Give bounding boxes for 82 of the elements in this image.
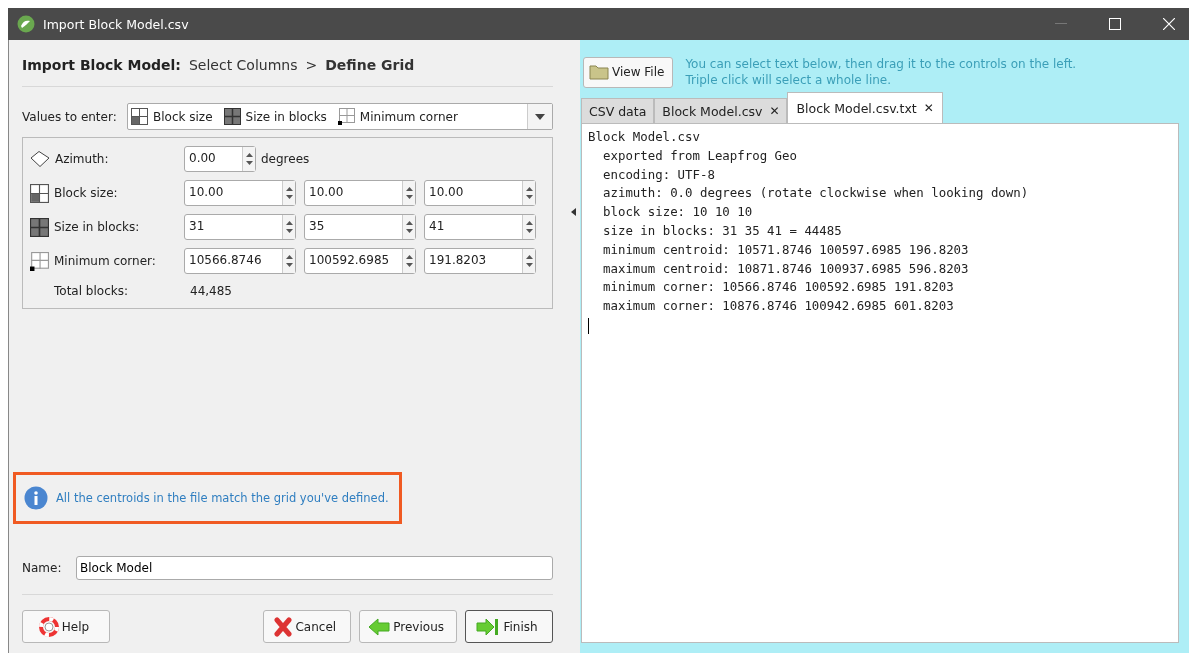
- field-label: Size in blocks:: [54, 220, 140, 234]
- spin-field[interactable]: 10.00: [304, 180, 416, 206]
- dialog-button[interactable]: Previous: [359, 610, 457, 643]
- grid-cell-icon: [30, 183, 49, 203]
- text-cursor: [588, 317, 589, 334]
- collapse-arrow-icon[interactable]: [571, 207, 576, 216]
- spinner-arrows-icon[interactable]: [405, 254, 413, 268]
- file-text-line: block size: 10 10 10: [602, 203, 754, 222]
- wizard-step: Define Grid: [325, 57, 415, 73]
- wizard-step: Select Columns: [188, 57, 298, 73]
- file-text-line: azimuth: 0.0 degrees (rotate clockwise when looking down): [602, 184, 1030, 203]
- cross-icon: [274, 616, 293, 637]
- grid-corner-icon: [337, 108, 355, 125]
- spinner-arrows-icon[interactable]: [525, 186, 533, 200]
- field-label: Azimuth:: [55, 152, 109, 166]
- spin-field[interactable]: 100592.6985: [304, 248, 416, 274]
- diamond-icon: [30, 150, 50, 168]
- close-icon[interactable]: [1163, 18, 1175, 30]
- dropdown-option: Minimum corner: [359, 109, 458, 124]
- info-text: All the centroids in the file match the grid you've defined.: [56, 491, 389, 505]
- step-separator: >: [305, 57, 318, 73]
- spin-field[interactable]: 10566.8746: [184, 248, 296, 274]
- close-tab-icon[interactable]: ✕: [769, 104, 780, 118]
- file-text-line: Block Model.csv: [588, 128, 701, 146]
- spinner-arrows-icon[interactable]: [525, 220, 533, 234]
- field-label: Minimum corner:: [54, 254, 156, 268]
- spinner-arrows-icon[interactable]: [285, 254, 293, 268]
- file-text-line: minimum centroid: 10571.8746 100597.6985 196.8203: [602, 240, 970, 259]
- grid-icon: [223, 108, 241, 125]
- maximize-icon[interactable]: [1109, 18, 1121, 30]
- dropdown-caret-icon: [535, 113, 545, 120]
- grid-icon: [30, 217, 49, 237]
- file-text-area[interactable]: [581, 123, 1179, 643]
- dropdown-option: Size in blocks: [245, 109, 327, 124]
- file-text-line: exported from Leapfrog Geo: [602, 146, 798, 165]
- wizard-heading: Import Block Model:: [22, 57, 181, 73]
- dropdown-option: Block size: [153, 109, 213, 124]
- name-label: Name:: [22, 561, 63, 575]
- spinner-arrows-icon[interactable]: [405, 186, 413, 200]
- app-logo-icon: [17, 15, 35, 33]
- file-tab[interactable]: Block Model.csv.txt ✕: [787, 92, 943, 123]
- grid-cell-icon: [131, 108, 148, 125]
- dialog-button[interactable]: Finish: [465, 610, 553, 643]
- spin-field[interactable]: 10.00: [424, 180, 536, 206]
- unit-label: degrees: [261, 152, 310, 166]
- dialog-button[interactable]: Cancel: [263, 610, 352, 643]
- grid-corner-icon: [30, 251, 49, 271]
- file-text-line: minimum corner: 10566.8746 100592.6985 191.8203: [602, 278, 955, 297]
- left-arrow-icon: [368, 617, 391, 636]
- info-icon: [24, 486, 48, 510]
- hint-text: You can select text below, then drag it to the controls on the left.: [685, 56, 1077, 72]
- dialog-button[interactable]: Help: [22, 610, 110, 643]
- total-label: Total blocks:: [54, 284, 129, 298]
- values-label: Values to enter:: [22, 109, 118, 124]
- file-text-line: encoding: UTF-8: [602, 165, 716, 184]
- field-label: Block size:: [54, 186, 118, 200]
- spin-field[interactable]: 31: [184, 214, 296, 240]
- name-field[interactable]: Block Model: [76, 556, 553, 580]
- spin-field[interactable]: 35: [304, 214, 416, 240]
- window-title: Import Block Model.csv: [43, 16, 189, 32]
- close-tab-icon[interactable]: ✕: [923, 101, 934, 115]
- file-text-line: maximum centroid: 10871.8746 100937.6985 596.8203: [602, 259, 970, 278]
- values-dropdown[interactable]: Block size Size in blocks Minimum corner: [127, 103, 553, 130]
- spinner-arrows-icon[interactable]: [405, 220, 413, 234]
- file-text-line: size in blocks: 31 35 41 = 44485: [602, 222, 843, 240]
- spin-field[interactable]: 41: [424, 214, 536, 240]
- spinner-arrows-icon[interactable]: [245, 152, 253, 166]
- view-file-button[interactable]: View File: [583, 56, 674, 88]
- arrow-to-bar-icon: [476, 617, 501, 636]
- file-tab[interactable]: CSV data: [581, 98, 655, 123]
- file-tab[interactable]: Block Model.csv ✕: [654, 98, 788, 123]
- lifebuoy-icon: [38, 616, 59, 637]
- spinner-arrows-icon[interactable]: [285, 220, 293, 234]
- spin-field[interactable]: 0.00: [184, 146, 256, 172]
- file-text-line: maximum corner: 10876.8746 100942.6985 601.8203: [602, 297, 955, 316]
- spin-field[interactable]: 191.8203: [424, 248, 536, 274]
- spin-field[interactable]: 10.00: [184, 180, 296, 206]
- folder-icon: [589, 64, 609, 80]
- hint-text: Triple click will select a whole line.: [685, 72, 892, 88]
- spinner-arrows-icon[interactable]: [285, 186, 293, 200]
- spinner-arrows-icon[interactable]: [525, 254, 533, 268]
- total-value: 44,485: [190, 284, 232, 298]
